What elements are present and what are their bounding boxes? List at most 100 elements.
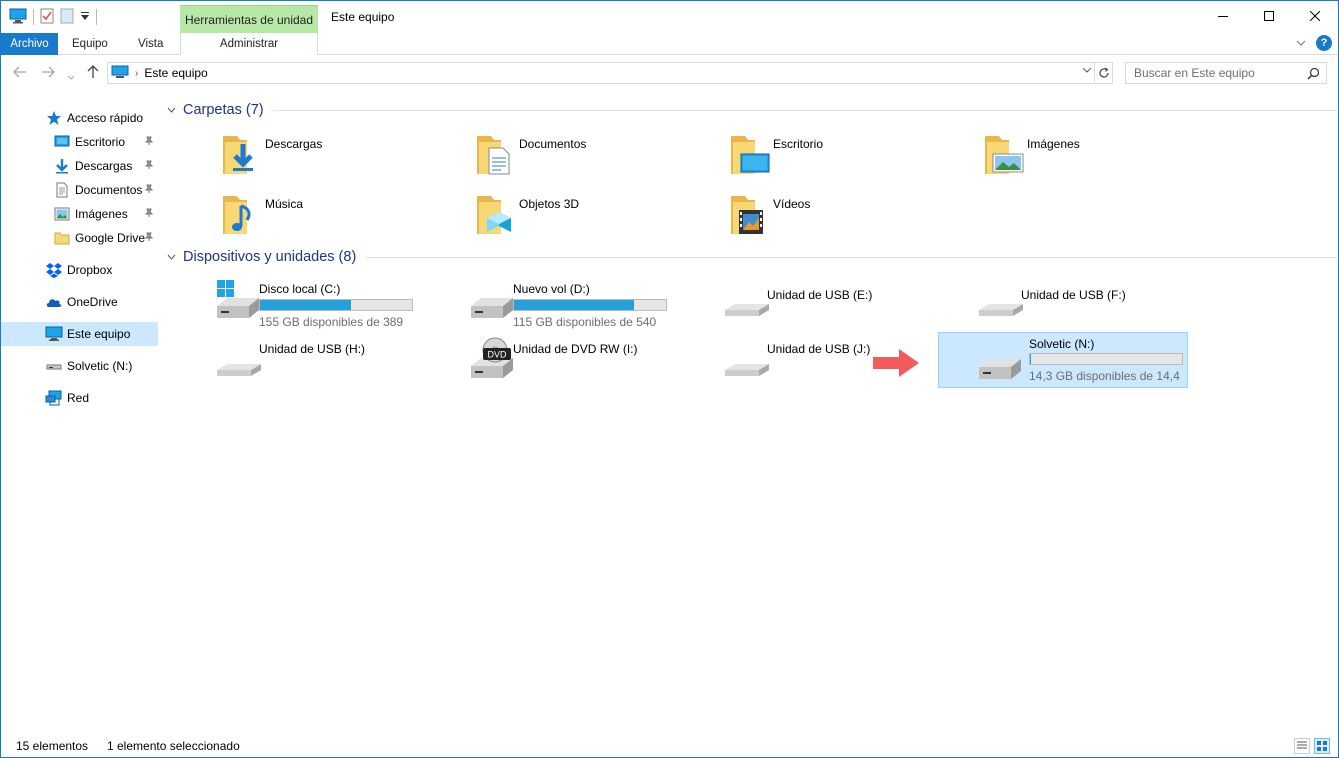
drive-tile-c[interactable]: Disco local (C:) 155 GB disponibles de 3… [213, 276, 463, 332]
expand-ribbon-icon[interactable] [1296, 36, 1306, 50]
drive-usage-fill [514, 300, 635, 310]
address-bar[interactable]: › Este equipo [107, 62, 1113, 84]
usb-drive-icon [217, 364, 261, 376]
sidebar-item-documentos[interactable]: Documentos [1, 178, 158, 202]
pin-icon[interactable] [144, 232, 154, 245]
minimize-icon [1218, 16, 1228, 17]
sidebar-item-red[interactable]: Red [1, 386, 158, 410]
folder-tile-objetos-3d[interactable]: Objetos 3D [473, 190, 723, 246]
search-box [1125, 62, 1327, 84]
sidebar-item-label: Este equipo [67, 327, 131, 341]
drive-tile-d[interactable]: Nuevo vol (D:) 115 GB disponibles de 540 [467, 276, 717, 332]
pin-icon[interactable] [144, 136, 154, 149]
sidebar-item-solvetic[interactable]: Solvetic (N:) [1, 354, 158, 378]
tiles-view-button[interactable] [1314, 738, 1330, 754]
tiles-view-icon [1317, 741, 1327, 751]
desktop-icon [53, 133, 71, 151]
folder-tile-escritorio[interactable]: Escritorio [727, 130, 977, 186]
sidebar-item-label: Documentos [75, 183, 143, 197]
sidebar-item-quick-access[interactable]: Acceso rápido [1, 106, 158, 130]
pin-icon[interactable] [144, 208, 154, 221]
folder-tile-documentos[interactable]: Documentos [473, 130, 723, 186]
annotation-arrow [873, 349, 919, 377]
drive-tile-j[interactable]: Unidad de USB (J:) [721, 336, 971, 392]
window-controls [1200, 1, 1338, 31]
customize-qat-icon[interactable] [80, 10, 90, 25]
drive-tile-e[interactable]: Unidad de USB (E:) [721, 276, 971, 332]
details-view-button[interactable] [1294, 738, 1310, 754]
tab-administrar[interactable]: Administrar [180, 33, 318, 55]
properties-icon[interactable] [40, 8, 54, 27]
drive-usage-bar [259, 299, 413, 311]
qat-separator [33, 9, 34, 25]
star-icon [45, 109, 63, 127]
ribbon-right-controls: ? [1296, 35, 1332, 51]
drive-free-space: 14,3 GB disponibles de 14,4 [1029, 369, 1180, 383]
chevron-down-icon[interactable] [167, 252, 176, 263]
address-dropdown-icon[interactable] [1082, 66, 1092, 77]
group-header-folders[interactable]: Carpetas (7) [167, 100, 1337, 120]
group-title: Dispositivos y unidades (8) [183, 249, 357, 265]
hard-drive-icon [471, 298, 513, 318]
close-button[interactable] [1292, 1, 1338, 31]
sidebar-item-google-drive[interactable]: Google Drive [1, 226, 158, 250]
dvd-badge: DVD [487, 350, 507, 360]
new-folder-icon[interactable] [60, 8, 74, 27]
back-arrow-icon[interactable] [13, 65, 27, 81]
view-toggle [1294, 738, 1330, 754]
sidebar-item-label: Red [67, 391, 90, 405]
navigation-pane: Acceso rápido Escritorio Descargas Docum… [1, 90, 159, 730]
sidebar-item-este-equipo[interactable]: Este equipo [1, 322, 158, 346]
sidebar-item-label: OneDrive [67, 295, 118, 309]
search-input[interactable] [1126, 63, 1301, 83]
folder-tile-descargas[interactable]: Descargas [219, 130, 469, 186]
group-title: Carpetas (7) [183, 102, 264, 118]
selection-count: 1 elemento seleccionado [107, 739, 240, 753]
content-pane: Carpetas (7) Descargas Documentos Escrit… [161, 90, 1338, 730]
drive-name: Unidad de DVD RW (I:) [513, 342, 638, 356]
pin-icon[interactable] [144, 184, 154, 197]
sidebar-item-dropbox[interactable]: Dropbox [1, 258, 158, 282]
3d-objects-folder-icon [477, 196, 511, 234]
group-header-devices[interactable]: Dispositivos y unidades (8) [167, 247, 1337, 267]
drive-tile-i[interactable]: DVD Unidad de DVD RW (I:) [467, 336, 717, 392]
hard-drive-icon [979, 359, 1021, 379]
maximize-button[interactable] [1246, 1, 1292, 31]
tab-vista[interactable]: Vista [138, 33, 163, 55]
drive-tile-n[interactable]: Solvetic (N:) 14,3 GB disponibles de 14,… [938, 332, 1188, 388]
tab-equipo[interactable]: Equipo [72, 33, 108, 55]
drive-usage-fill [260, 300, 352, 310]
drive-tile-h[interactable]: Unidad de USB (H:) [213, 336, 463, 392]
computer-icon[interactable] [9, 8, 27, 27]
search-icon[interactable] [1307, 67, 1320, 83]
refresh-button[interactable] [1094, 63, 1112, 83]
folder-tile-imagenes[interactable]: Imágenes [981, 130, 1231, 186]
folder-tile-musica[interactable]: Música [219, 190, 469, 246]
minimize-button[interactable] [1200, 1, 1246, 31]
recent-locations-icon[interactable] [67, 68, 75, 84]
drive-tools-context-header: Herramientas de unidad [180, 5, 318, 33]
sidebar-item-imagenes[interactable]: Imágenes [1, 202, 158, 226]
maximize-icon [1264, 11, 1274, 21]
downloads-folder-icon [223, 136, 253, 174]
folder-tile-videos[interactable]: Vídeos [727, 190, 977, 246]
breadcrumb-chevron-icon[interactable]: › [135, 68, 138, 79]
sidebar-item-label: Acceso rápido [67, 111, 144, 125]
up-arrow-icon[interactable] [87, 65, 99, 82]
help-icon[interactable]: ? [1316, 35, 1332, 51]
sidebar-item-descargas[interactable]: Descargas [1, 154, 158, 178]
drive-tile-f[interactable]: Unidad de USB (F:) [975, 276, 1225, 332]
drive-name: Nuevo vol (D:) [513, 282, 590, 296]
breadcrumb[interactable]: Este equipo [144, 66, 207, 80]
chevron-down-icon[interactable] [167, 105, 176, 116]
sidebar-item-onedrive[interactable]: OneDrive [1, 290, 158, 314]
download-icon [53, 157, 71, 175]
pin-icon[interactable] [144, 160, 154, 173]
folder-name: Documentos [519, 137, 587, 151]
window-title: Este equipo [331, 10, 395, 24]
tab-archivo[interactable]: Archivo [1, 33, 58, 55]
forward-arrow-icon[interactable] [41, 65, 55, 81]
group-divider [366, 256, 1337, 258]
drive-free-space: 115 GB disponibles de 540 [513, 315, 657, 329]
sidebar-item-escritorio[interactable]: Escritorio [1, 130, 158, 154]
